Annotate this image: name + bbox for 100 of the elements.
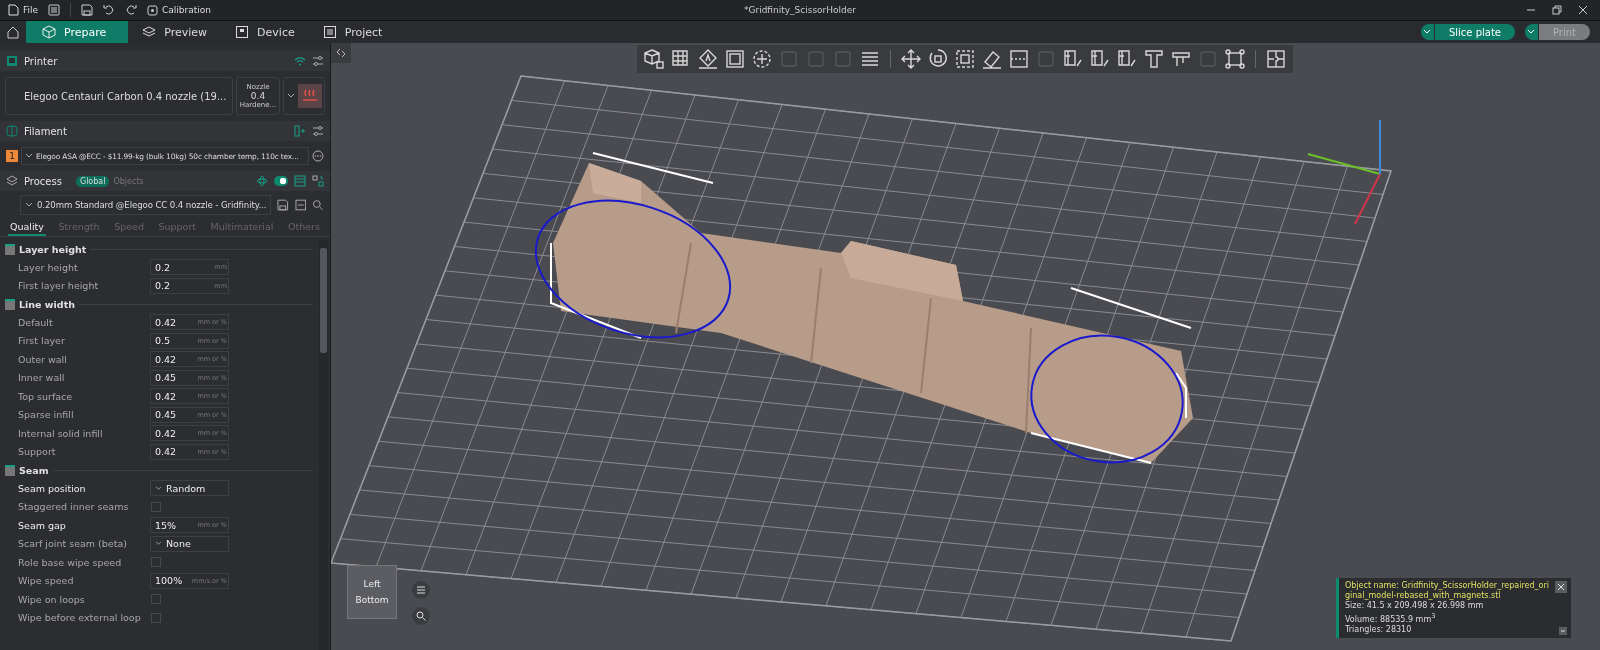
setting-label: Scarf joint seam (beta) <box>18 538 128 550</box>
checkbox[interactable] <box>151 501 161 512</box>
cube-icon <box>42 25 56 39</box>
group-title: Layer height <box>19 243 87 255</box>
chevron-down-icon <box>1527 29 1536 35</box>
menu-icon[interactable] <box>48 4 61 16</box>
filament-icon <box>6 125 18 137</box>
setting-label: Wipe on loops <box>18 593 86 605</box>
file-menu[interactable]: File <box>8 4 39 16</box>
checkbox[interactable] <box>151 594 161 605</box>
scale-icon[interactable] <box>954 48 976 70</box>
home-icon[interactable] <box>6 25 20 39</box>
process-preset-select[interactable]: 0.20mm Standard @Elegoo CC 0.4 nozzle - Gridfinity... <box>20 195 272 215</box>
menu-button[interactable] <box>412 581 430 599</box>
add-filament-icon[interactable] <box>294 125 306 137</box>
bed-select[interactable] <box>283 77 325 115</box>
text-icon[interactable] <box>1143 48 1165 70</box>
minus-icon <box>1560 627 1566 634</box>
setting-label: Staggered inner seams <box>18 501 130 513</box>
undo-icon[interactable] <box>103 4 116 16</box>
table-icon[interactable] <box>294 175 306 187</box>
list-icon <box>322 25 337 39</box>
more-icon[interactable] <box>312 150 324 162</box>
cube-face-label: Left <box>363 579 381 589</box>
section-title: Printer <box>24 55 58 67</box>
save-icon[interactable] <box>81 4 94 16</box>
section-title: Filament <box>24 125 67 137</box>
settings-icon[interactable] <box>312 55 324 67</box>
collapse-sidebar-button[interactable] <box>331 43 351 63</box>
section-icon <box>5 243 15 255</box>
calibration-menu[interactable]: Calibration <box>147 4 212 16</box>
object-info-line: Triangles: 28310 <box>1345 624 1413 635</box>
wifi-icon <box>294 56 306 66</box>
chevron-down-icon <box>286 93 295 99</box>
main-tab[interactable]: Device <box>221 21 309 43</box>
zoom-button[interactable] <box>412 607 430 625</box>
dropdown[interactable]: Random <box>150 480 229 497</box>
cut-icon[interactable] <box>1008 48 1030 70</box>
object-info-line: Volume: 88535.9 mm$^{3}$ <box>1345 611 1437 625</box>
dropdown-button[interactable] <box>1525 24 1539 40</box>
cube-icon[interactable] <box>643 48 665 70</box>
setting-label: Internal solid infill <box>18 427 104 439</box>
settings-tab[interactable]: Quality <box>8 219 46 236</box>
atom-icon[interactable] <box>256 175 268 187</box>
chevron-down-icon <box>155 485 162 491</box>
chevron-down-icon <box>25 202 33 208</box>
chevrons-icon <box>336 48 346 58</box>
setting-label: First layer <box>18 335 66 347</box>
checkbox[interactable] <box>151 557 161 568</box>
filament-slot-badge: 1 <box>6 150 18 162</box>
setting-label: Sparse infill <box>18 409 75 421</box>
emboss-icon[interactable] <box>697 48 719 70</box>
search-icon[interactable] <box>312 199 324 211</box>
redo-icon[interactable] <box>125 4 138 16</box>
collapse-button[interactable] <box>1559 626 1567 635</box>
eraser-icon[interactable] <box>981 48 1003 70</box>
toggle-switch[interactable] <box>274 176 288 186</box>
menu-icon <box>416 585 426 595</box>
puzzle-icon[interactable] <box>1265 48 1287 70</box>
action-button[interactable]: Slice plate <box>1434 24 1515 40</box>
checkbox[interactable] <box>151 612 161 623</box>
object-info-line: Size: 41.5 x 209.498 x 26.998 mm <box>1345 601 1485 611</box>
printer-icon <box>6 55 18 67</box>
plus-circle-icon[interactable] <box>751 48 773 70</box>
setting-label: Top surface <box>18 390 74 402</box>
close-icon[interactable] <box>1578 5 1588 15</box>
chevron-down-icon <box>155 541 162 547</box>
search-icon <box>416 611 426 621</box>
object-name: Object name: Gridfinity_ScissorHolder_repaired_original_model-rebased_with_magnets.stl <box>1345 581 1549 601</box>
setting-label: Wipe before external loop <box>18 612 142 624</box>
printer-select[interactable]: Elegoo Centauri Carbon 0.4 nozzle (19... <box>5 77 233 115</box>
setting-label: First layer height <box>18 280 100 292</box>
setting-label: Inner wall <box>18 372 66 384</box>
settings-icon[interactable] <box>312 125 324 137</box>
rotate-icon[interactable] <box>927 48 949 70</box>
view-cube[interactable]: Left Bottom <box>347 565 397 619</box>
scope-toggle[interactable]: Global <box>75 175 110 187</box>
dropdown[interactable]: None <box>150 535 229 552</box>
section-title: Process <box>24 175 62 187</box>
move-icon[interactable] <box>900 48 922 70</box>
document-icon <box>8 4 19 16</box>
main-tab[interactable]: Prepare <box>26 21 129 43</box>
group-title: Line width <box>19 298 75 310</box>
dropdown-button[interactable] <box>1420 24 1435 40</box>
scrollbar[interactable] <box>319 240 328 650</box>
section-icon <box>5 464 15 476</box>
minus-icon[interactable] <box>294 199 307 211</box>
chevron-down-icon <box>25 153 33 159</box>
layers-icon <box>6 175 18 187</box>
assembly-icon[interactable] <box>1224 48 1246 70</box>
restore-icon[interactable] <box>1552 5 1562 15</box>
group-title: Seam <box>19 464 49 476</box>
heated-bed-icon <box>297 84 322 108</box>
save-icon[interactable] <box>277 199 289 211</box>
compare-icon[interactable] <box>312 175 324 187</box>
close-icon <box>1557 583 1565 591</box>
main-tab[interactable]: Project <box>308 21 397 43</box>
section-icon <box>5 298 15 310</box>
close-button[interactable] <box>1555 581 1567 593</box>
main-tab[interactable]: Preview <box>128 21 222 43</box>
